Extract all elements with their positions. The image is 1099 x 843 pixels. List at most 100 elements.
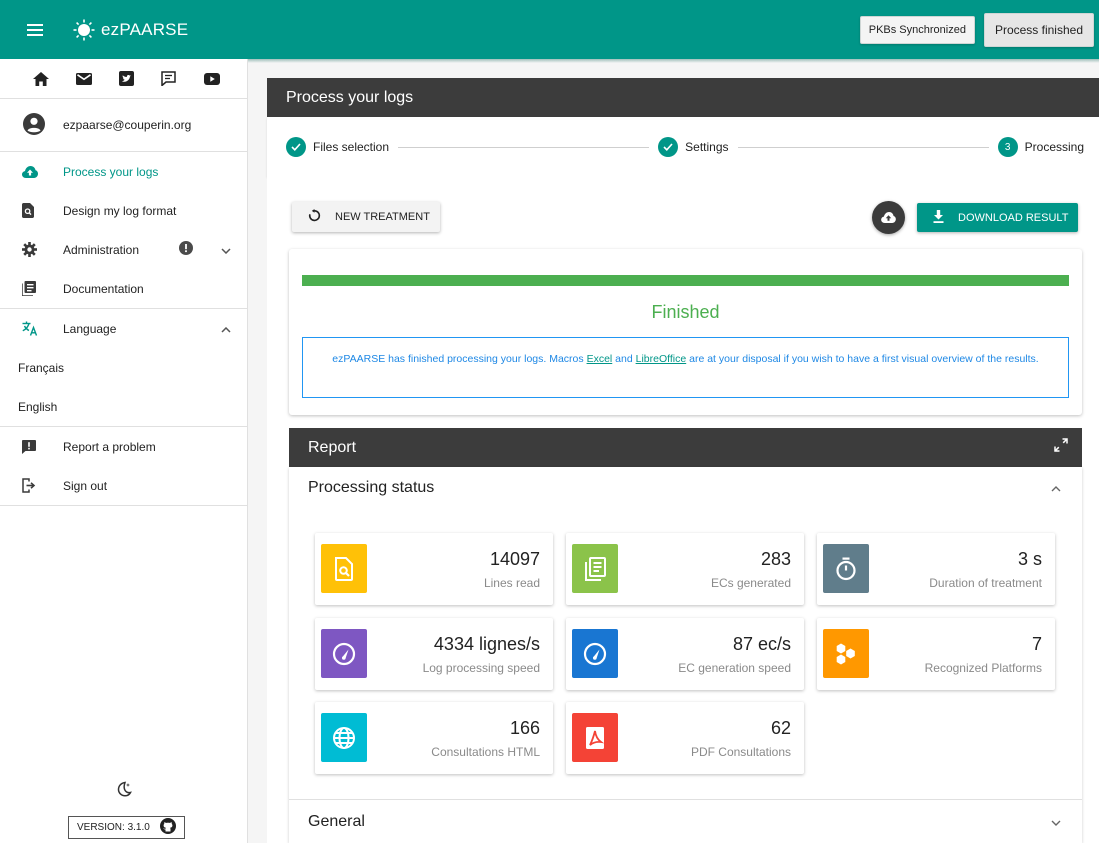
processing-status-panel-header[interactable]: Processing status	[289, 467, 1082, 508]
divider	[0, 505, 247, 506]
metric-value: 7	[1031, 634, 1042, 654]
check-icon	[658, 137, 679, 157]
metric-card-pdf-consultations: 62 PDF Consultations	[566, 702, 804, 774]
sidebar-item-label: Report a problem	[63, 439, 156, 454]
twitter-icon[interactable]	[118, 59, 162, 99]
step-settings[interactable]: Settings	[658, 137, 729, 157]
step-files-selection[interactable]: Files selection	[286, 137, 389, 157]
chevron-up-icon[interactable]	[221, 321, 231, 336]
gear-icon	[0, 242, 63, 257]
check-icon	[286, 137, 306, 157]
speedometer-icon	[572, 629, 618, 678]
processing-status-title: Processing status	[308, 478, 435, 496]
sidebar-item-language[interactable]: Language	[0, 309, 247, 348]
ezpaarse-logo-icon	[73, 19, 95, 40]
metric-label: Lines read	[483, 576, 540, 590]
new-treatment-button[interactable]: NEW TREATMENT	[292, 202, 440, 232]
app-title: ezPAARSE	[101, 19, 189, 39]
progress-fill	[302, 275, 1069, 286]
forum-icon[interactable]	[161, 59, 204, 99]
metric-value: 3 s	[1017, 549, 1042, 569]
mail-icon[interactable]	[75, 59, 119, 99]
sidebar-item-report-problem[interactable]: Report a problem	[0, 427, 247, 466]
list-icon	[572, 544, 618, 593]
step-connector	[737, 146, 989, 148]
metric-card-duration: 3 s Duration of treatment	[817, 533, 1055, 605]
pdf-icon	[572, 713, 618, 762]
sidebar-item-documentation[interactable]: Documentation	[0, 269, 247, 308]
general-panel-header[interactable]: General	[289, 799, 1082, 843]
libreoffice-macro-link[interactable]: LibreOffice	[636, 353, 687, 365]
language-option-francais[interactable]: Français	[0, 348, 247, 387]
download-icon	[933, 209, 944, 226]
language-option-english[interactable]: English	[0, 387, 247, 426]
version-badge[interactable]: VERSION: 3.1.0	[68, 816, 185, 839]
fullscreen-icon[interactable]	[1054, 438, 1068, 457]
alert-circle-icon	[179, 241, 193, 258]
sidebar: ezpaarse@couperin.org Process your logs …	[0, 59, 248, 843]
step-processing[interactable]: 3 Processing	[997, 137, 1085, 157]
download-result-label: DOWNLOAD RESULT	[958, 211, 1069, 224]
globe-icon	[321, 713, 367, 762]
cloud-upload-icon	[0, 165, 63, 178]
sidebar-item-design-log-format[interactable]: Design my log format	[0, 191, 247, 230]
metric-value: 62	[770, 718, 791, 738]
youtube-icon[interactable]	[204, 59, 247, 99]
metric-card-consultations-html: 166 Consultations HTML	[315, 702, 553, 774]
hexagon-multiple-icon	[823, 629, 869, 678]
report-problem-icon	[0, 439, 63, 454]
excel-macro-link[interactable]: Excel	[587, 353, 613, 365]
process-status-button[interactable]: Process finished	[983, 12, 1094, 47]
metric-label: Log processing speed	[422, 661, 540, 675]
timer-icon	[823, 544, 869, 593]
stepper: Files selection Settings 3 Processing	[267, 117, 1099, 177]
app-logo[interactable]: ezPAARSE	[73, 19, 188, 41]
info-text: are at your disposal if you wish to have…	[686, 353, 1039, 365]
step-label: Settings	[685, 140, 729, 154]
metric-value: 4334 lignes/s	[433, 634, 540, 654]
metric-label: ECs generated	[710, 576, 791, 590]
user-account[interactable]: ezpaarse@couperin.org	[0, 99, 247, 152]
metric-card-ecs-generated: 283 ECs generated	[566, 533, 804, 605]
step-number: 3	[997, 137, 1018, 157]
report-title: Report	[308, 438, 357, 456]
metric-card-recognized-platforms: 7 Recognized Platforms	[817, 618, 1055, 690]
metric-card-log-processing-speed: 4334 lignes/s Log processing speed	[315, 618, 553, 690]
version-label: VERSION: 3.1.0	[77, 822, 150, 833]
sidebar-item-label: Documentation	[63, 281, 144, 296]
sidebar-item-sign-out[interactable]: Sign out	[0, 466, 247, 505]
home-icon[interactable]	[33, 59, 76, 99]
download-result-button[interactable]: DOWNLOAD RESULT	[917, 203, 1078, 232]
translate-icon	[0, 321, 63, 336]
sidebar-item-label: Design my log format	[63, 203, 177, 218]
moon-icon	[117, 781, 132, 797]
metric-value: 87 ec/s	[732, 634, 791, 654]
metric-label: EC generation speed	[678, 661, 791, 675]
social-links	[0, 59, 247, 99]
restart-icon	[308, 209, 321, 225]
github-icon	[159, 818, 176, 837]
dark-mode-toggle[interactable]	[116, 781, 132, 800]
sidebar-item-label: Process your logs	[63, 164, 159, 179]
metric-value: 166	[509, 718, 540, 738]
logout-icon	[0, 478, 63, 493]
metric-label: Consultations HTML	[431, 745, 540, 759]
step-connector	[398, 146, 650, 148]
metric-value: 14097	[489, 549, 540, 569]
sidebar-item-process-logs[interactable]: Process your logs	[0, 152, 247, 191]
user-email: ezpaarse@couperin.org	[63, 118, 192, 132]
info-text: and	[612, 353, 636, 365]
sidebar-item-administration[interactable]: Administration	[0, 230, 247, 269]
upload-result-button[interactable]	[872, 201, 905, 234]
pkbs-synchronized-button[interactable]: PKBs Synchronized	[859, 15, 975, 44]
step-label: Processing	[1024, 140, 1085, 154]
chevron-down-icon	[1051, 813, 1061, 831]
file-search-icon	[321, 544, 367, 593]
metric-card-ec-generation-speed: 87 ec/s EC generation speed	[566, 618, 804, 690]
top-app-bar: ezPAARSE PKBs Synchronized Process finis…	[0, 0, 1099, 63]
chevron-down-icon[interactable]	[221, 242, 231, 257]
finished-label: Finished	[651, 302, 720, 322]
metric-card-lines-read: 14097 Lines read	[315, 533, 553, 605]
report-header: Report	[289, 428, 1082, 467]
menu-icon[interactable]	[23, 18, 47, 42]
